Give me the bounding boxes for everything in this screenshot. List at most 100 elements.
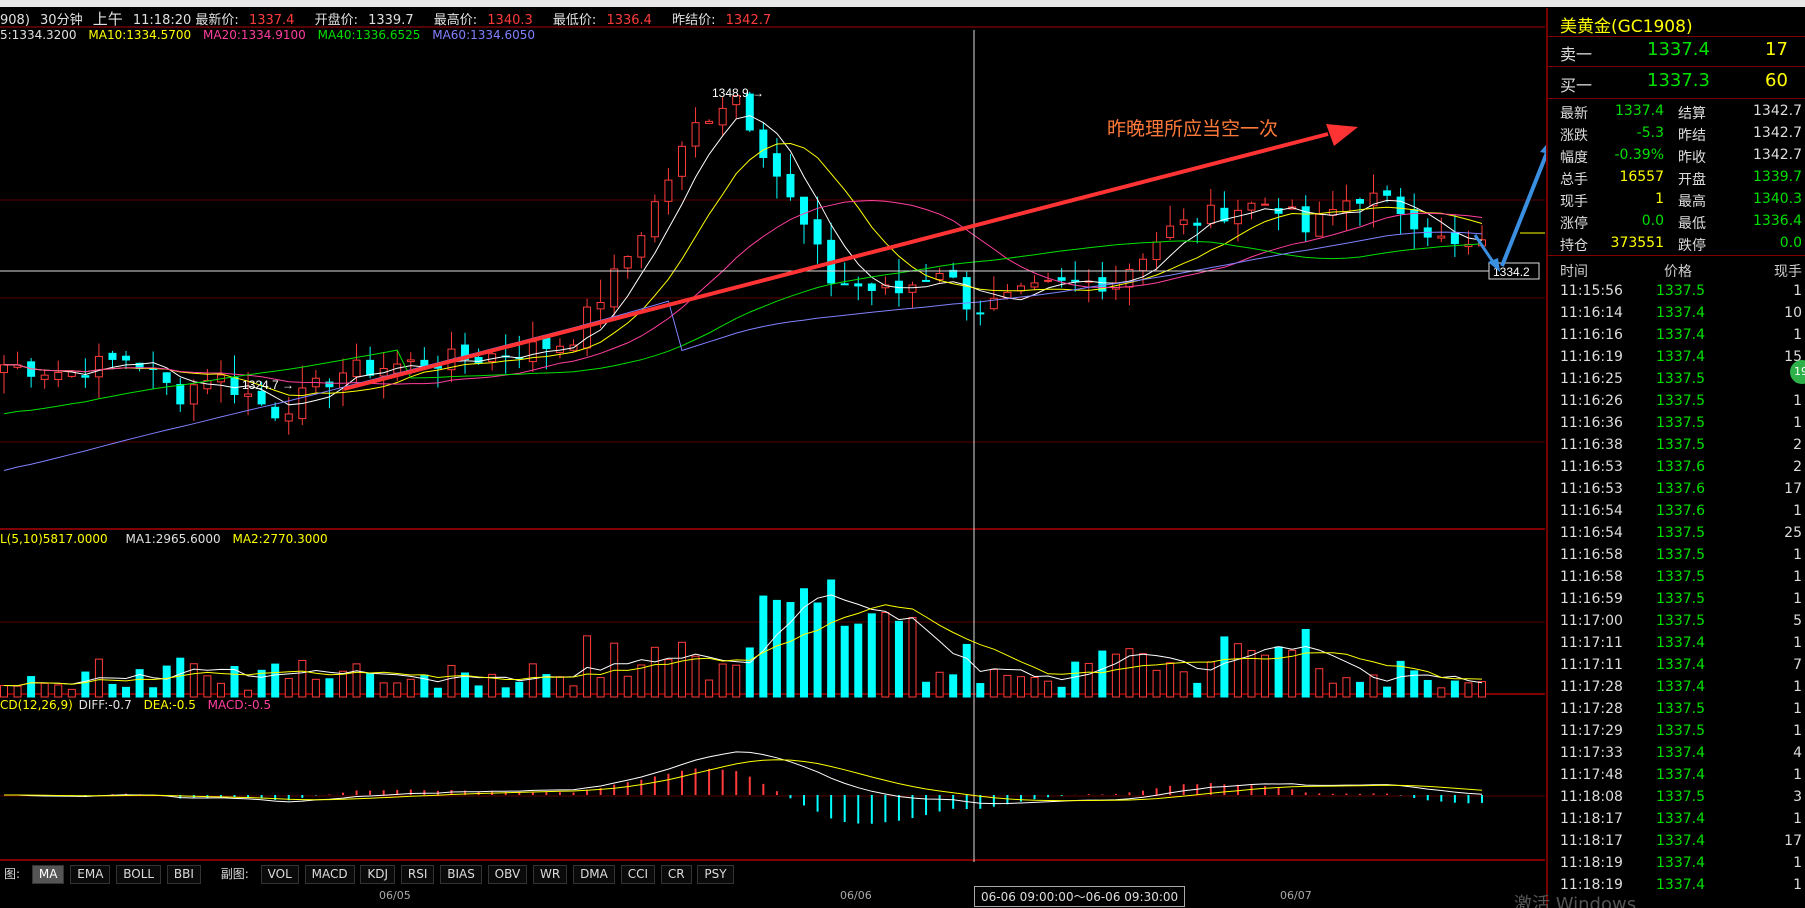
tick-time: 11:17:33 xyxy=(1560,745,1623,761)
volume-bar xyxy=(271,663,280,698)
tab-macd[interactable]: MACD xyxy=(304,865,355,884)
volume-bar xyxy=(325,678,334,698)
stat-label: 持仓 xyxy=(1560,238,1588,254)
tab-cr[interactable]: CR xyxy=(660,865,692,884)
candle-body xyxy=(1044,279,1053,282)
indicator-tab-bar: 图: MA EMA BOLL BBI 副图: VOL MACD KDJ RSI … xyxy=(0,865,736,884)
volume-bar xyxy=(772,599,781,698)
high-value: 1340.3 xyxy=(487,13,533,28)
tab-psy[interactable]: PSY xyxy=(697,865,734,884)
volume-bar xyxy=(1383,686,1392,698)
bid-row[interactable]: 买一 1337.3 60 xyxy=(1560,70,1802,96)
volume-bar xyxy=(813,602,822,698)
volume-bar xyxy=(922,681,931,698)
ma5-line xyxy=(3,115,1483,406)
volume-bar xyxy=(1288,649,1297,698)
stat-row: 幅度 -0.39% 昨收 1342.7 xyxy=(1560,147,1802,168)
tick-time: 11:16:38 xyxy=(1560,437,1623,453)
volume-bar xyxy=(122,686,131,698)
crosshair-time-range: 06-06 09:00:00～06-06 09:30:00 xyxy=(974,886,1186,907)
volume-bar xyxy=(1030,676,1039,698)
red-arrow-head xyxy=(1326,124,1358,146)
candle-body xyxy=(922,279,931,282)
candle-body xyxy=(786,173,795,198)
tick-price: 1337.4 xyxy=(1656,679,1705,695)
tab-cci[interactable]: CCI xyxy=(620,865,655,884)
candle-body xyxy=(1437,235,1446,239)
candle-body xyxy=(352,359,361,378)
volume-bar xyxy=(474,685,483,698)
divider xyxy=(1548,66,1805,67)
tab-bias[interactable]: BIAS xyxy=(440,865,482,884)
candle-body xyxy=(542,337,551,350)
volume-bar xyxy=(949,674,958,698)
period-label[interactable]: 30分钟 xyxy=(40,9,83,28)
tick-time: 11:16:58 xyxy=(1560,569,1623,585)
volume-bar xyxy=(718,663,727,698)
ma5-value: 5:1334.3200 xyxy=(0,28,77,42)
stat-label: 现手 xyxy=(1560,194,1588,210)
vol-ma2-value: MA2:2770.3000 xyxy=(232,532,328,546)
tick-time: 11:17:29 xyxy=(1560,723,1623,739)
volume-bar xyxy=(705,679,714,698)
tick-row: 11:16:53 1337.6 2 xyxy=(1560,459,1802,480)
tab-rsi[interactable]: RSI xyxy=(400,865,435,884)
tab-boll[interactable]: BOLL xyxy=(116,865,162,884)
candle-body xyxy=(623,256,632,269)
stat-row: 涨跌 -5.3 昨结 1342.7 xyxy=(1560,125,1802,146)
tick-row: 11:18:08 1337.5 3 xyxy=(1560,789,1802,810)
tick-price: 1337.5 xyxy=(1656,415,1705,431)
volume-bar xyxy=(216,682,225,698)
quote-panel: 美黄金(GC1908) 卖一 1337.4 17 买一 1337.3 60 最新… xyxy=(1546,8,1805,908)
tab-dma[interactable]: DMA xyxy=(573,865,615,884)
ma40-line xyxy=(3,240,1483,415)
tick-time: 11:16:54 xyxy=(1560,525,1623,541)
tick-volume: 17 xyxy=(1784,833,1802,849)
tick-price: 1337.5 xyxy=(1656,723,1705,739)
kline-chart[interactable]: 1334.21348.9 →1324.7 →昨晚理所应当空一次 xyxy=(0,0,1546,908)
tick-volume: 4 xyxy=(1793,745,1802,761)
ask-label: 卖一 xyxy=(1560,45,1593,64)
volume-bar xyxy=(1139,653,1148,698)
tab-ma[interactable]: MA xyxy=(31,865,65,884)
tab-vol[interactable]: VOL xyxy=(260,865,299,884)
date-label-2: 06/06 xyxy=(840,889,872,902)
volume-bar xyxy=(298,659,307,698)
candle-body xyxy=(244,393,253,397)
volume-bar xyxy=(203,675,212,698)
tick-volume: 3 xyxy=(1793,789,1802,805)
volume-bar xyxy=(786,602,795,698)
volume-bar xyxy=(1247,649,1256,698)
volume-bar xyxy=(1152,669,1161,698)
ma20-value: MA20:1334.9100 xyxy=(203,28,306,42)
volume-bar xyxy=(379,682,388,698)
tick-time: 11:18:19 xyxy=(1560,855,1623,871)
dea-line xyxy=(4,759,1483,802)
stat-row: 持仓 373551 跌停 0.0 xyxy=(1560,235,1802,256)
tick-row: 11:17:29 1337.5 1 xyxy=(1560,723,1802,744)
tick-price: 1337.4 xyxy=(1656,811,1705,827)
tab-kdj[interactable]: KDJ xyxy=(360,865,396,884)
tab-ema[interactable]: EMA xyxy=(70,865,111,884)
volume-bar xyxy=(1437,687,1446,698)
tick-price: 1337.5 xyxy=(1656,525,1705,541)
open-value: 1339.7 xyxy=(368,13,414,28)
quote-info-bar: 908) 30分钟 上午 11:18:20 最新价: 1337.4 开盘价: 1… xyxy=(0,8,777,28)
tick-price: 1337.4 xyxy=(1656,855,1705,871)
tick-row: 11:16:38 1337.5 2 xyxy=(1560,437,1802,458)
volume-bar xyxy=(894,620,903,698)
volume-bar xyxy=(1464,682,1473,698)
tick-time: 11:16:53 xyxy=(1560,481,1623,497)
stat-label: 昨收 xyxy=(1678,150,1706,166)
stat-label: 跌停 xyxy=(1678,238,1706,254)
tick-volume: 1 xyxy=(1793,723,1802,739)
tick-time: 11:17:11 xyxy=(1560,657,1623,673)
tab-obv[interactable]: OBV xyxy=(487,865,528,884)
tab-bbi[interactable]: BBI xyxy=(166,865,201,884)
stat-label: 昨结 xyxy=(1678,128,1706,144)
ask-row[interactable]: 卖一 1337.4 17 xyxy=(1560,39,1802,65)
stat-label: 最高 xyxy=(1678,194,1706,210)
candle-body xyxy=(664,179,673,202)
tab-wr[interactable]: WR xyxy=(533,865,568,884)
candle-body xyxy=(488,353,497,363)
